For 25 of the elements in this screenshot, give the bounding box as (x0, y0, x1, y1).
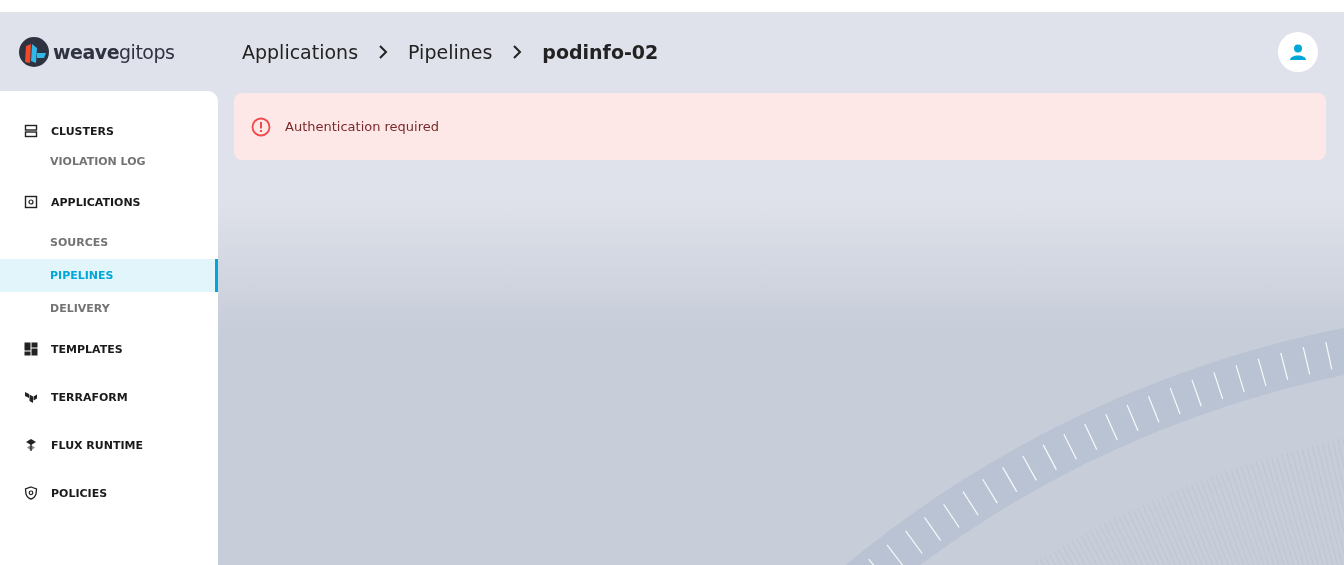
logo-text: weavegitops (53, 41, 175, 63)
branch-icon (24, 390, 38, 404)
breadcrumb-link[interactable]: Applications (242, 41, 359, 63)
nav-subitem[interactable]: DELIVERY (0, 292, 218, 325)
nav-item[interactable]: CLUSTERS (0, 117, 218, 145)
nav-item[interactable]: TERRAFORM (0, 373, 218, 421)
server-icon (24, 124, 38, 138)
breadcrumb-link[interactable]: Pipelines (408, 41, 493, 63)
nav-item[interactable]: TEMPLATES (0, 325, 218, 373)
stack-icon (24, 438, 38, 452)
alert-message: Authentication required (285, 119, 440, 134)
grid-icon (24, 342, 38, 356)
breadcrumb-current: podinfo-02 (542, 41, 659, 63)
nav-item[interactable]: POLICIES (0, 469, 218, 517)
person-icon (1288, 42, 1308, 62)
nav-subitem[interactable]: SOURCES (0, 226, 218, 259)
shield-icon (24, 486, 38, 500)
nav-subitem[interactable]: VIOLATION LOG (0, 145, 218, 178)
nav-item[interactable]: FLUX RUNTIME (0, 421, 218, 469)
logo-icon (18, 36, 50, 68)
nav-item[interactable]: APPLICATIONS (0, 178, 218, 226)
user-avatar-button[interactable] (1278, 32, 1318, 72)
chevron-right-icon (512, 45, 523, 59)
chevron-right-icon (378, 45, 389, 59)
gear-box-icon (24, 195, 38, 209)
